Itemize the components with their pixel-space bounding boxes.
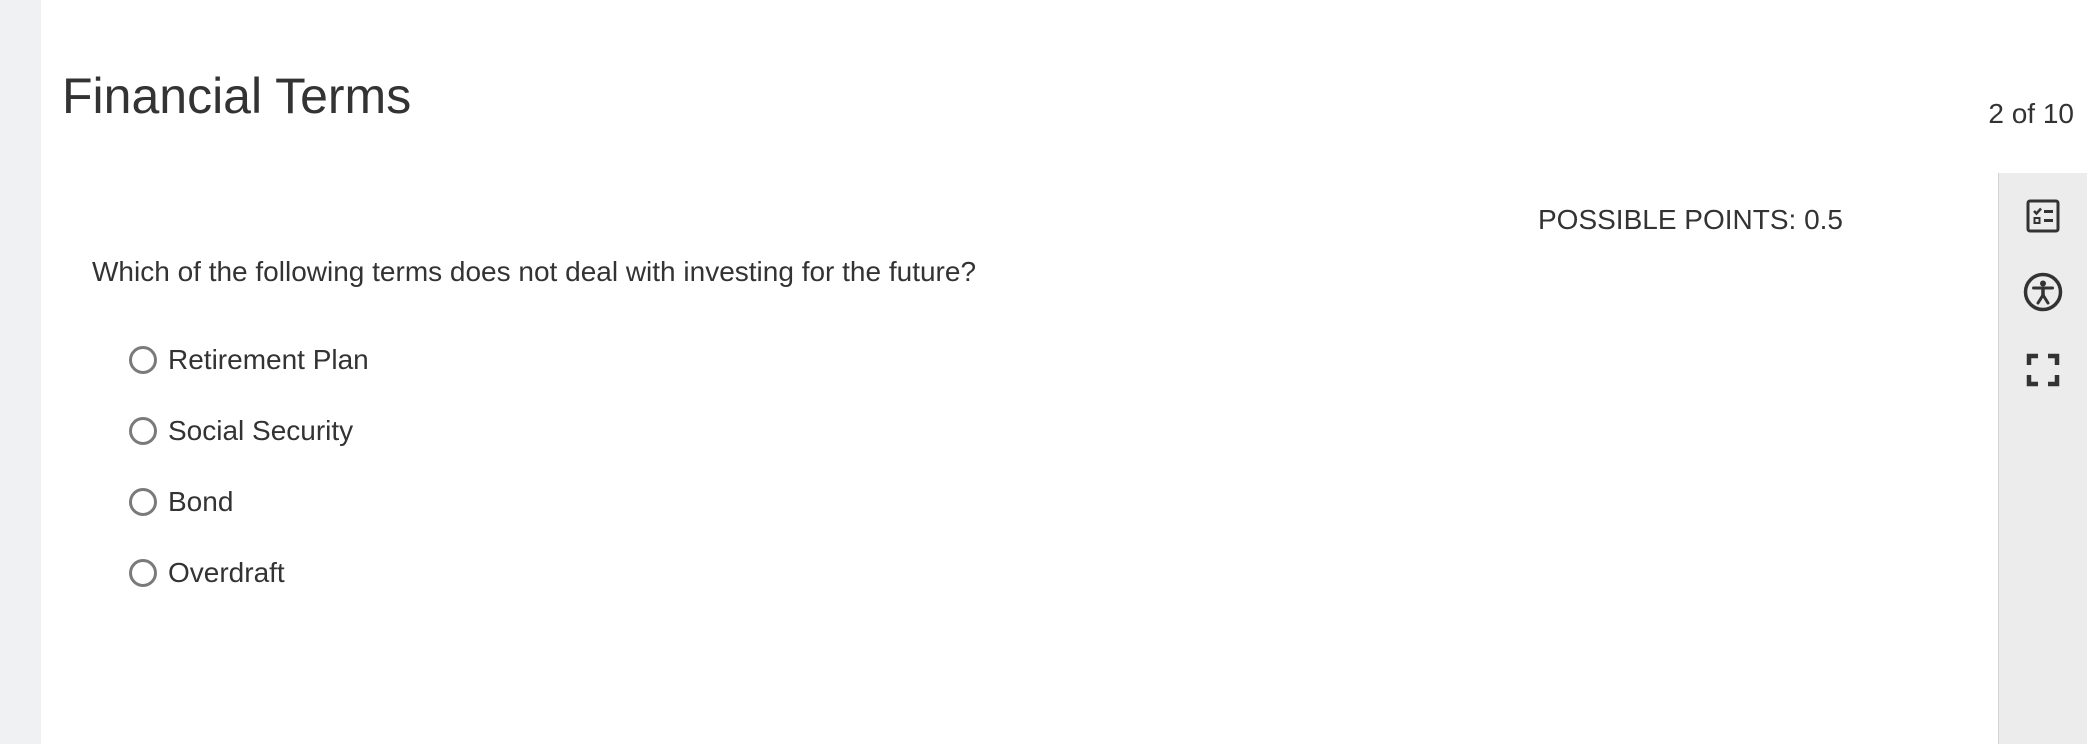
question-counter: 2 of 10 xyxy=(1988,98,2074,129)
page-title: Financial Terms xyxy=(62,68,412,124)
answer-option-label: Bond xyxy=(168,486,234,517)
left-rail xyxy=(0,0,41,744)
answer-option-social-security[interactable]: Social Security xyxy=(129,411,353,451)
radio-button[interactable] xyxy=(129,559,157,587)
radio-button[interactable] xyxy=(129,346,157,374)
answer-option-label: Overdraft xyxy=(168,557,285,588)
accessibility-button[interactable] xyxy=(2020,269,2066,315)
answer-option-label: Retirement Plan xyxy=(168,344,369,375)
question-text: Which of the following terms does not de… xyxy=(92,256,977,287)
answer-option-overdraft[interactable]: Overdraft xyxy=(129,553,285,593)
answer-option-label: Social Security xyxy=(168,415,354,446)
right-toolbar xyxy=(1998,173,2087,744)
radio-button[interactable] xyxy=(129,488,157,516)
question-list-button[interactable] xyxy=(2020,193,2066,239)
answer-option-retirement-plan[interactable]: Retirement Plan xyxy=(129,340,369,380)
radio-button[interactable] xyxy=(129,417,157,445)
accessibility-icon xyxy=(2023,272,2063,312)
question-list-icon xyxy=(2026,199,2060,233)
answer-option-bond[interactable]: Bond xyxy=(129,482,233,522)
fullscreen-icon xyxy=(2026,353,2060,387)
possible-points: POSSIBLE POINTS: 0.5 xyxy=(1537,204,1843,235)
fullscreen-button[interactable] xyxy=(2020,347,2066,393)
